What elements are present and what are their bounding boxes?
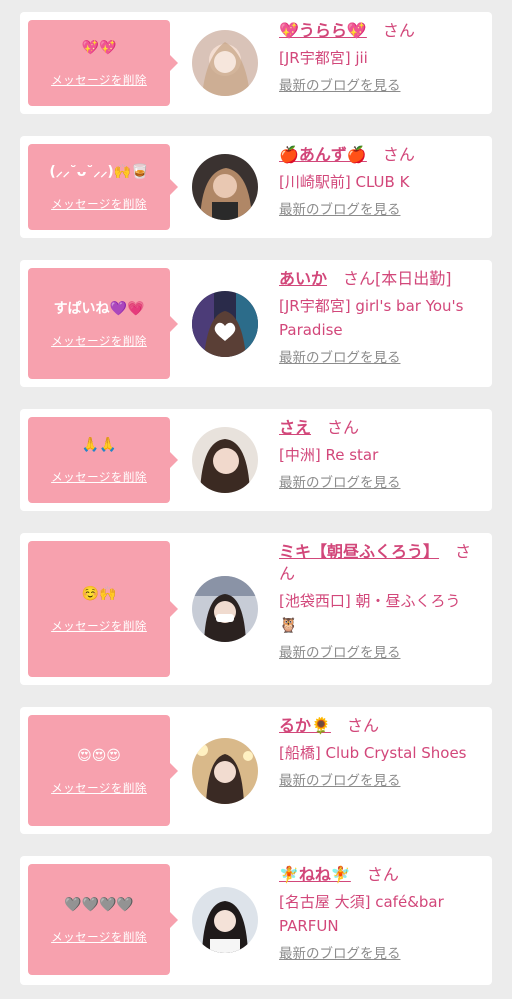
cast-name-link[interactable]: 🧚ねね🧚: [279, 865, 351, 884]
cast-name-link[interactable]: 🍎あんず🍎: [279, 145, 367, 164]
delete-message-link[interactable]: メッセージを削除: [51, 72, 147, 88]
avatar[interactable]: [192, 576, 258, 642]
cast-info: 🍎あんず🍎 さん [川崎駅前] CLUB K 最新のブログを見る: [279, 144, 479, 218]
honorific: さん: [382, 21, 415, 40]
store-name: [中洲] Re star: [279, 446, 379, 464]
cast-info: あいか さん[本日出勤] [JR宇都宮] girl's bar You's Par…: [279, 268, 489, 366]
message-text: (⸝⸝˘ᴗ˘⸝⸝)🙌🥃: [49, 164, 149, 180]
message-bubble: ☺️🙌 メッセージを削除: [28, 541, 178, 677]
message-card: 😍😍😍 メッセージを削除 るか🌻 さん [船橋] Club Crystal Sho…: [20, 707, 492, 834]
cast-info: るか🌻 さん [船橋] Club Crystal Shoes 最新のブログを見る: [279, 715, 479, 789]
message-card: (⸝⸝˘ᴗ˘⸝⸝)🙌🥃 メッセージを削除 🍎あんず🍎 さん [川崎駅前] CLUB…: [20, 136, 492, 238]
honorific: さん: [366, 865, 399, 884]
message-text: ☺️🙌: [81, 586, 117, 602]
delete-message-link[interactable]: メッセージを削除: [51, 780, 147, 796]
store-name: [JR宇都宮] girl's bar You's Paradise: [279, 297, 464, 339]
message-card: ☺️🙌 メッセージを削除 ミキ【朝昼ふくろう】 さん [池袋西口] 朝・昼ふくろう…: [20, 533, 492, 685]
latest-blog-link[interactable]: 最新のブログを見る: [279, 74, 479, 94]
message-card: 🙏🙏 メッセージを削除 さえ さん [中洲] Re star 最新のブログを見る: [20, 409, 492, 511]
message-bubble: 🙏🙏 メッセージを削除: [28, 417, 178, 503]
cast-name-link[interactable]: 💖うらら💖: [279, 21, 367, 40]
store-name: [池袋西口] 朝・昼ふくろう🦉: [279, 592, 461, 634]
honorific: さん: [382, 145, 415, 164]
message-card: すぱいね💜💗 メッセージを削除 あいか さん[本日出勤] [JR宇都宮] girl…: [20, 260, 492, 387]
message-card: 🩶🩶🩶🩶 メッセージを削除 🧚ねね🧚 さん [名古屋 大須] café&bar P…: [20, 856, 492, 985]
avatar[interactable]: [192, 154, 258, 220]
cast-name-link[interactable]: さえ: [279, 418, 311, 437]
latest-blog-link[interactable]: 最新のブログを見る: [279, 942, 479, 962]
message-bubble: 💖💖 メッセージを削除: [28, 20, 178, 106]
message-text: 😍😍😍: [77, 747, 121, 764]
delete-message-link[interactable]: メッセージを削除: [51, 333, 147, 349]
avatar[interactable]: [192, 30, 258, 96]
honorific: さん: [346, 716, 379, 735]
cast-name-link[interactable]: あいか: [279, 269, 327, 288]
latest-blog-link[interactable]: 最新のブログを見る: [279, 641, 479, 661]
message-bubble: 🩶🩶🩶🩶 メッセージを削除: [28, 864, 178, 975]
delete-message-link[interactable]: メッセージを削除: [51, 929, 147, 945]
latest-blog-link[interactable]: 最新のブログを見る: [279, 769, 479, 789]
latest-blog-link[interactable]: 最新のブログを見る: [279, 471, 479, 491]
cast-name-link[interactable]: るか🌻: [279, 716, 331, 735]
message-bubble: すぱいね💜💗 メッセージを削除: [28, 268, 178, 379]
delete-message-link[interactable]: メッセージを削除: [51, 469, 147, 485]
honorific: さん: [327, 418, 360, 437]
honorific: さん[本日出勤]: [343, 269, 452, 288]
latest-blog-link[interactable]: 最新のブログを見る: [279, 346, 489, 366]
store-name: [川崎駅前] CLUB K: [279, 173, 410, 191]
avatar[interactable]: [192, 427, 258, 493]
message-text: 🩶🩶🩶🩶: [64, 896, 134, 913]
message-bubble: (⸝⸝˘ᴗ˘⸝⸝)🙌🥃 メッセージを削除: [28, 144, 178, 230]
cast-name-link[interactable]: ミキ【朝昼ふくろう】: [279, 542, 439, 561]
store-name: [船橋] Club Crystal Shoes: [279, 744, 467, 762]
delete-message-link[interactable]: メッセージを削除: [51, 618, 147, 634]
message-bubble: 😍😍😍 メッセージを削除: [28, 715, 178, 826]
message-text: 🙏🙏: [81, 437, 117, 453]
avatar[interactable]: [192, 887, 258, 953]
message-card: 💖💖 メッセージを削除 💖うらら💖 さん [JR宇都宮] jii 最新のブログを見…: [20, 12, 492, 114]
message-text: 💖💖: [81, 40, 117, 56]
cast-info: 💖うらら💖 さん [JR宇都宮] jii 最新のブログを見る: [279, 20, 479, 94]
avatar[interactable]: [192, 291, 258, 357]
cast-info: さえ さん [中洲] Re star 最新のブログを見る: [279, 417, 479, 491]
cast-info: 🧚ねね🧚 さん [名古屋 大須] café&bar PARFUN 最新のブログを見…: [279, 864, 479, 962]
store-name: [名古屋 大須] café&bar PARFUN: [279, 893, 444, 935]
store-name: [JR宇都宮] jii: [279, 49, 368, 67]
latest-blog-link[interactable]: 最新のブログを見る: [279, 198, 479, 218]
cast-info: ミキ【朝昼ふくろう】 さん [池袋西口] 朝・昼ふくろう🦉 最新のブログを見る: [279, 541, 479, 661]
delete-message-link[interactable]: メッセージを削除: [51, 196, 147, 212]
avatar[interactable]: [192, 738, 258, 804]
message-text: すぱいね💜💗: [53, 300, 145, 317]
